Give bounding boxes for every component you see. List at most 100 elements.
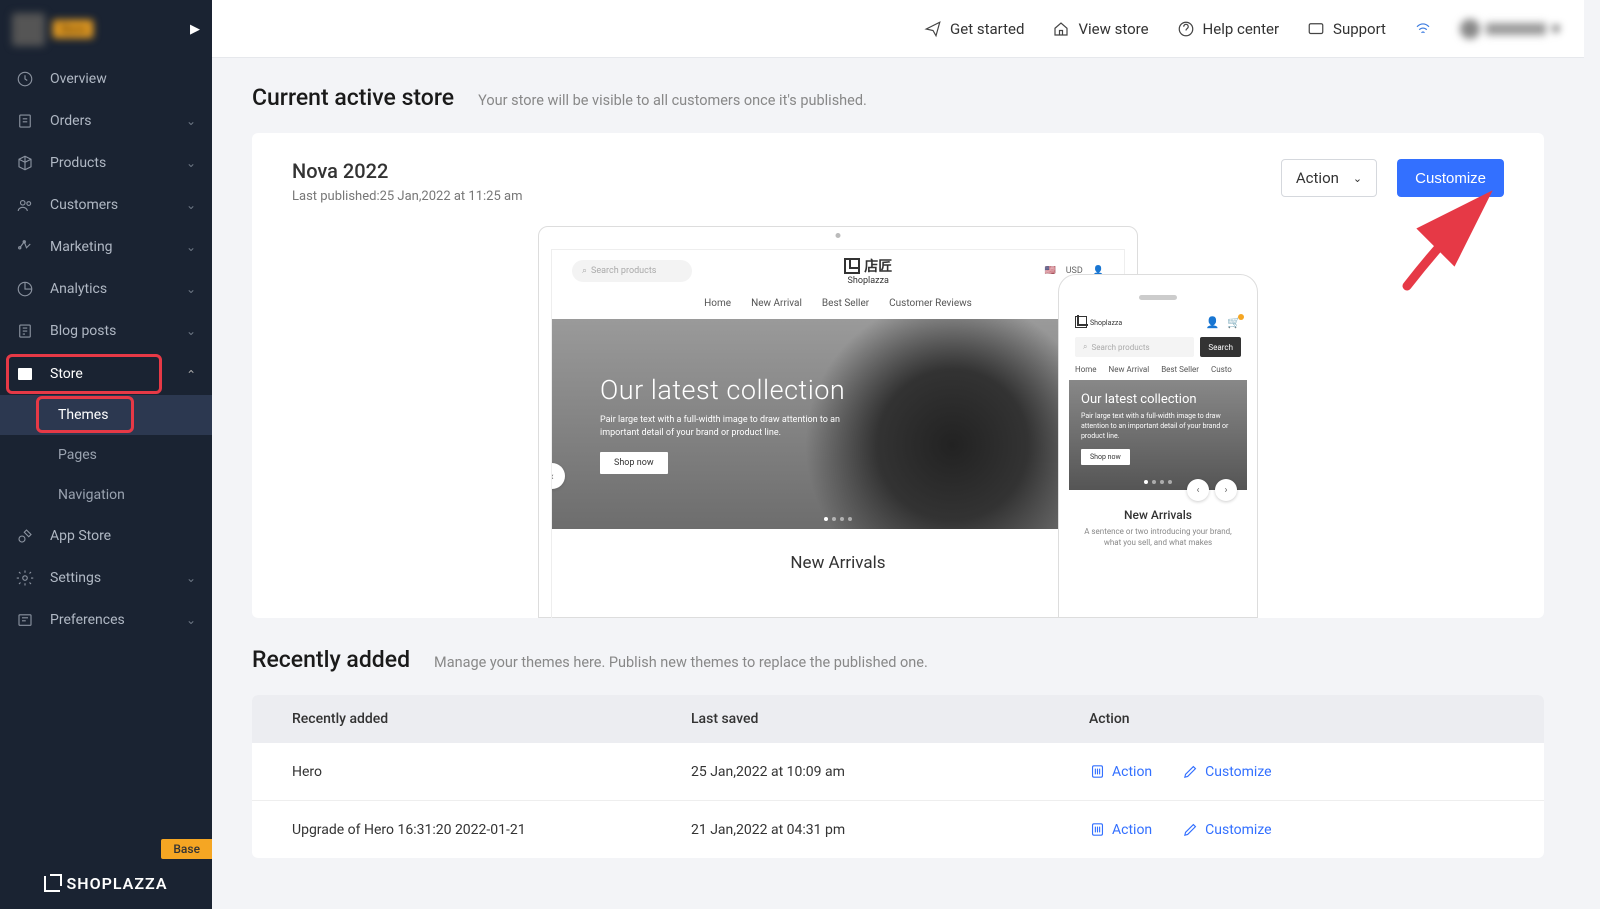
overview-icon — [16, 70, 34, 88]
chevron-down-icon: ⌄ — [186, 198, 196, 212]
nav-orders[interactable]: Orders ⌄ — [0, 100, 212, 142]
brand-text: SHOPLAZZA — [66, 874, 167, 893]
marketing-icon — [16, 238, 34, 256]
subnav-themes[interactable]: Themes — [0, 395, 212, 435]
avatar — [1460, 19, 1480, 39]
active-theme-card: Nova 2022 Last published:25 Jan,2022 at … — [252, 133, 1544, 618]
nav-products[interactable]: Products ⌄ — [0, 142, 212, 184]
sidebar-footer: Base SHOPLAZZA — [0, 827, 212, 909]
send-icon — [924, 20, 942, 38]
preview-hero: Our latest collection Pair large text wi… — [552, 319, 1124, 529]
theme-name: Nova 2022 — [292, 159, 522, 183]
content-area: Current active store Your store will be … — [212, 58, 1584, 909]
nav-analytics[interactable]: Analytics ⌄ — [0, 268, 212, 310]
nav-blog-posts[interactable]: Blog posts ⌄ — [0, 310, 212, 352]
nav-label: Orders — [50, 113, 186, 129]
section-title: Current active store — [252, 84, 454, 111]
settings-icon — [16, 569, 34, 587]
plan-badge: Base — [161, 839, 212, 859]
support-link[interactable]: Support — [1307, 20, 1386, 38]
row-action-link[interactable]: Action — [1089, 763, 1152, 780]
subnav-label: Pages — [58, 447, 97, 463]
view-store-link[interactable]: View store — [1052, 20, 1148, 38]
table-header: Recently added Last saved Action — [252, 695, 1544, 743]
nav-app-store[interactable]: App Store — [0, 515, 212, 557]
row-action-link[interactable]: Action — [1089, 821, 1152, 838]
nav-settings[interactable]: Settings ⌄ — [0, 557, 212, 599]
col-header: Last saved — [691, 711, 1089, 727]
chevron-down-icon: ▾ — [1552, 19, 1560, 38]
chat-icon — [1307, 20, 1325, 38]
action-dropdown[interactable]: Action ⌄ — [1281, 159, 1377, 197]
get-started-link[interactable]: Get started — [924, 20, 1024, 38]
store-name: Store — [53, 20, 93, 38]
nav-label: Customers — [50, 197, 186, 213]
section-title: Recently added — [252, 646, 410, 673]
brand-logo: SHOPLAZZA — [0, 858, 212, 909]
chevron-down-icon: ⌄ — [186, 282, 196, 296]
customize-button[interactable]: Customize — [1397, 159, 1504, 197]
section-subtitle: Your store will be visible to all custom… — [478, 92, 867, 109]
main-nav: Overview Orders ⌄ Products ⌄ Customers ⌄… — [0, 58, 212, 827]
orders-icon — [16, 112, 34, 130]
chevron-down-icon: ⌄ — [186, 324, 196, 338]
chevron-down-icon: ⌄ — [186, 571, 196, 585]
user-menu[interactable]: ▾ — [1460, 19, 1560, 39]
nav-customers[interactable]: Customers ⌄ — [0, 184, 212, 226]
nav-label: App Store — [50, 528, 196, 544]
help-icon — [1177, 20, 1195, 38]
nav-store[interactable]: Store ⌄ — [0, 353, 212, 395]
link-label: Get started — [950, 20, 1024, 38]
subnav-navigation[interactable]: Navigation — [0, 475, 212, 515]
nav-label: Preferences — [50, 612, 186, 628]
link-label: Support — [1333, 20, 1386, 38]
brand-icon — [44, 876, 60, 892]
wifi-icon[interactable] — [1414, 20, 1432, 38]
link-label: View store — [1078, 20, 1148, 38]
subnav-pages[interactable]: Pages — [0, 435, 212, 475]
nav-overview[interactable]: Overview — [0, 58, 212, 100]
topbar: Get started View store Help center Suppo… — [212, 0, 1584, 58]
preview-search: ⌕Search products — [572, 260, 692, 282]
chevron-down-icon: ⌄ — [186, 613, 196, 627]
app-store-icon — [16, 527, 34, 545]
sidebar: Store ▶ Overview Orders ⌄ Products ⌄ Cus… — [0, 0, 212, 909]
main-content: Get started View store Help center Suppo… — [212, 0, 1584, 909]
chevron-down-icon: ⌄ — [186, 114, 196, 128]
scrollbar[interactable] — [1584, 0, 1600, 909]
cell-saved: 25 Jan,2022 at 10:09 am — [691, 764, 1089, 780]
preview-section-title: New Arrivals — [552, 529, 1124, 579]
store-submenu: Themes Pages Navigation — [0, 395, 212, 515]
row-customize-link[interactable]: Customize — [1182, 821, 1271, 838]
section-subtitle: Manage your themes here. Publish new the… — [434, 654, 928, 671]
nav-label: Settings — [50, 570, 186, 586]
preview-nav: HomeNew ArrivalBest SellerCustomer Revie… — [552, 292, 1124, 319]
home-icon — [1052, 20, 1070, 38]
mobile-preview: Shoplazza 👤🛒 ⌕Search products Search Hom… — [1058, 274, 1258, 618]
subnav-label: Navigation — [58, 487, 125, 503]
store-icon — [16, 365, 34, 383]
arrow-right-icon[interactable]: ▶ — [190, 22, 200, 37]
customers-icon — [16, 196, 34, 214]
link-label: Help center — [1203, 20, 1279, 38]
blog-icon — [16, 322, 34, 340]
chevron-up-icon: ⌄ — [186, 367, 196, 381]
row-customize-link[interactable]: Customize — [1182, 763, 1271, 780]
cell-name: Hero — [292, 764, 691, 780]
nav-label: Marketing — [50, 239, 186, 255]
help-center-link[interactable]: Help center — [1177, 20, 1279, 38]
chevron-down-icon: ⌄ — [186, 156, 196, 170]
nav-label: Blog posts — [50, 323, 186, 339]
analytics-icon — [16, 280, 34, 298]
desktop-preview: ⌕Search products 店匠 Shoplazza 🇺🇸USD 👤 — [538, 226, 1138, 618]
nav-label: Store — [50, 366, 186, 382]
chevron-down-icon: ⌄ — [1353, 172, 1362, 185]
nav-marketing[interactable]: Marketing ⌄ — [0, 226, 212, 268]
nav-label: Overview — [50, 71, 196, 87]
sidebar-header[interactable]: Store ▶ — [0, 0, 212, 58]
col-header: Action — [1089, 711, 1504, 727]
section-current-header: Current active store Your store will be … — [252, 84, 1544, 111]
nav-label: Analytics — [50, 281, 186, 297]
nav-preferences[interactable]: Preferences ⌄ — [0, 599, 212, 641]
last-published: Last published:25 Jan,2022 at 11:25 am — [292, 189, 522, 204]
